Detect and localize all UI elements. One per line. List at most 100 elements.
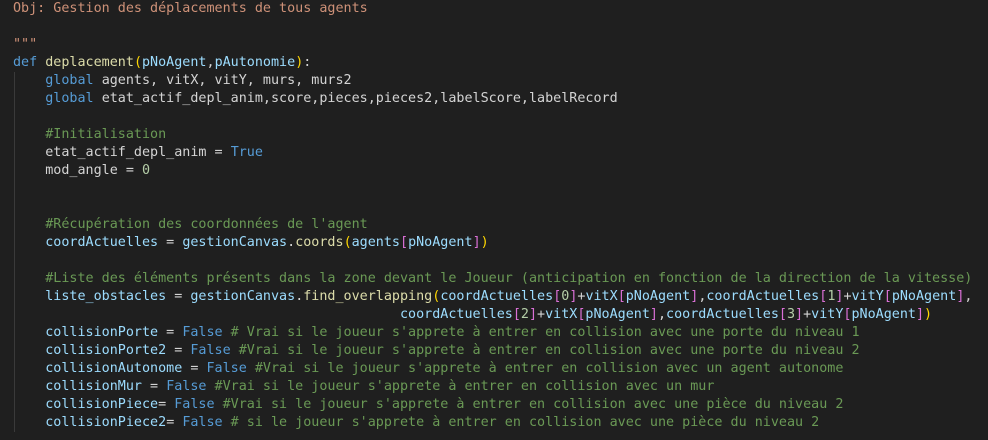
- code-line[interactable]: collisionMur = False #Vrai si le joueur …: [13, 378, 972, 396]
- code-token: vitY: [851, 289, 884, 304]
- code-token: :: [303, 55, 312, 70]
- indent-guide: [14, 90, 15, 108]
- code-line[interactable]: collisionPiece= False #Vrai si le joueur…: [13, 396, 972, 414]
- code-line[interactable]: coordActuelles[2]+vitX[pNoAgent],coordAc…: [13, 306, 972, 324]
- code-token: ,: [206, 55, 215, 70]
- code-token: deplacement: [45, 55, 134, 70]
- code-token: [: [617, 289, 626, 304]
- code-line[interactable]: [13, 198, 972, 216]
- code-token: agents, vitX, vitY, murs, murs2: [101, 73, 352, 88]
- code-token: Obj: Gestion des déplacements de tous ag…: [13, 1, 368, 16]
- code-line[interactable]: [13, 18, 972, 36]
- code-token: .: [287, 235, 296, 250]
- code-token: True: [230, 145, 263, 160]
- code-token: find_overlapping: [303, 289, 433, 304]
- indent-guide: [14, 180, 15, 198]
- code-token: False: [182, 415, 223, 430]
- indent-guide: [14, 414, 15, 432]
- code-line[interactable]: coordActuelles = gestionCanvas.coords(ag…: [13, 234, 972, 252]
- code-area[interactable]: Obj: Gestion des déplacements de tous ag…: [13, 0, 972, 432]
- code-line[interactable]: mod_angle = 0: [13, 162, 972, 180]
- indent-guide: [14, 126, 15, 144]
- code-line[interactable]: global agents, vitX, vitY, murs, murs2: [13, 72, 972, 90]
- code-token: pNoAgent: [142, 55, 207, 70]
- code-token: pNoAgent: [585, 307, 650, 322]
- code-token: #Initialisation: [45, 127, 167, 142]
- indent-guide: [14, 144, 15, 162]
- code-token: #Liste des éléments présents dans la zon…: [45, 271, 973, 286]
- code-token: # Vrai si le joueur s'apprete à entrer e…: [222, 325, 860, 340]
- code-line[interactable]: def deplacement(pNoAgent,pAutonomie):: [13, 54, 972, 72]
- indent-guide: [14, 234, 15, 252]
- indent-guide: [14, 342, 15, 360]
- code-line[interactable]: #Récupération des coordonnées de l'agent: [13, 216, 972, 234]
- code-token: agents: [351, 235, 400, 250]
- code-line[interactable]: liste_obstacles = gestionCanvas.find_ove…: [13, 288, 972, 306]
- code-token: False: [206, 361, 247, 376]
- code-token: 0: [142, 163, 151, 178]
- indent-guide: [14, 108, 15, 126]
- code-token: +: [537, 307, 546, 322]
- code-token: pNoAgent: [851, 307, 916, 322]
- code-token: ): [924, 307, 933, 322]
- code-line[interactable]: [13, 252, 972, 270]
- code-token: ,: [657, 307, 667, 322]
- code-line[interactable]: global etat_actif_depl_anim,score,pieces…: [13, 90, 972, 108]
- code-token: collisionPorte: [45, 325, 159, 340]
- code-token: ]: [528, 307, 538, 322]
- code-token: gestionCanvas: [182, 235, 288, 250]
- code-token: pAutonomie: [214, 55, 296, 70]
- code-token: =: [117, 163, 142, 178]
- indent-guide: [14, 288, 15, 306]
- code-token: False: [190, 343, 231, 358]
- code-line[interactable]: [13, 180, 972, 198]
- code-token: =: [158, 325, 183, 340]
- indent-guide: [14, 162, 15, 180]
- code-token: coordActuelles: [45, 235, 159, 250]
- code-token: coordActuelles: [399, 307, 513, 322]
- code-token: pNoAgent: [891, 289, 957, 304]
- code-token: pNoAgent: [408, 235, 473, 250]
- code-line[interactable]: collisionPiece2= False # si le joueur s'…: [13, 414, 972, 432]
- code-line[interactable]: """: [13, 36, 972, 54]
- code-token: =: [142, 379, 167, 394]
- code-token: global: [45, 91, 102, 106]
- code-token: gestionCanvas: [190, 289, 296, 304]
- code-line[interactable]: etat_actif_depl_anim = True: [13, 144, 972, 162]
- code-token: coordActuelles: [666, 307, 779, 322]
- code-token: # si le joueur s'apprete à entrer en col…: [222, 415, 820, 430]
- code-line[interactable]: collisionPorte2 = False #Vrai si le joue…: [13, 342, 972, 360]
- code-line[interactable]: [13, 108, 972, 126]
- code-token: collisionMur: [45, 379, 142, 394]
- code-token: ,: [964, 289, 973, 304]
- code-token: liste_obstacles: [45, 289, 167, 304]
- indent-guide: [14, 198, 15, 216]
- indent-guide: [14, 378, 15, 396]
- code-token: ]: [472, 235, 481, 250]
- code-token: (: [343, 235, 352, 250]
- code-line[interactable]: #Liste des éléments présents dans la zon…: [13, 270, 972, 288]
- code-token: ]: [915, 307, 925, 322]
- code-line[interactable]: #Initialisation: [13, 126, 972, 144]
- code-token: (: [133, 55, 142, 70]
- indent-guide: [14, 306, 15, 324]
- code-line[interactable]: collisionPorte = False # Vrai si le joue…: [13, 324, 972, 342]
- code-editor[interactable]: Obj: Gestion des déplacements de tous ag…: [0, 0, 988, 440]
- code-token: ]: [649, 307, 658, 322]
- code-line[interactable]: collisionAutonome = False #Vrai si le jo…: [13, 360, 972, 378]
- code-token: [: [400, 235, 409, 250]
- code-token: =: [158, 235, 183, 250]
- code-token: collisionAutonome: [45, 361, 183, 376]
- indent-guide: [14, 360, 15, 378]
- code-line[interactable]: Obj: Gestion des déplacements de tous ag…: [13, 0, 972, 18]
- code-token: etat_actif_depl_anim: [45, 145, 207, 160]
- code-token: +: [803, 307, 812, 322]
